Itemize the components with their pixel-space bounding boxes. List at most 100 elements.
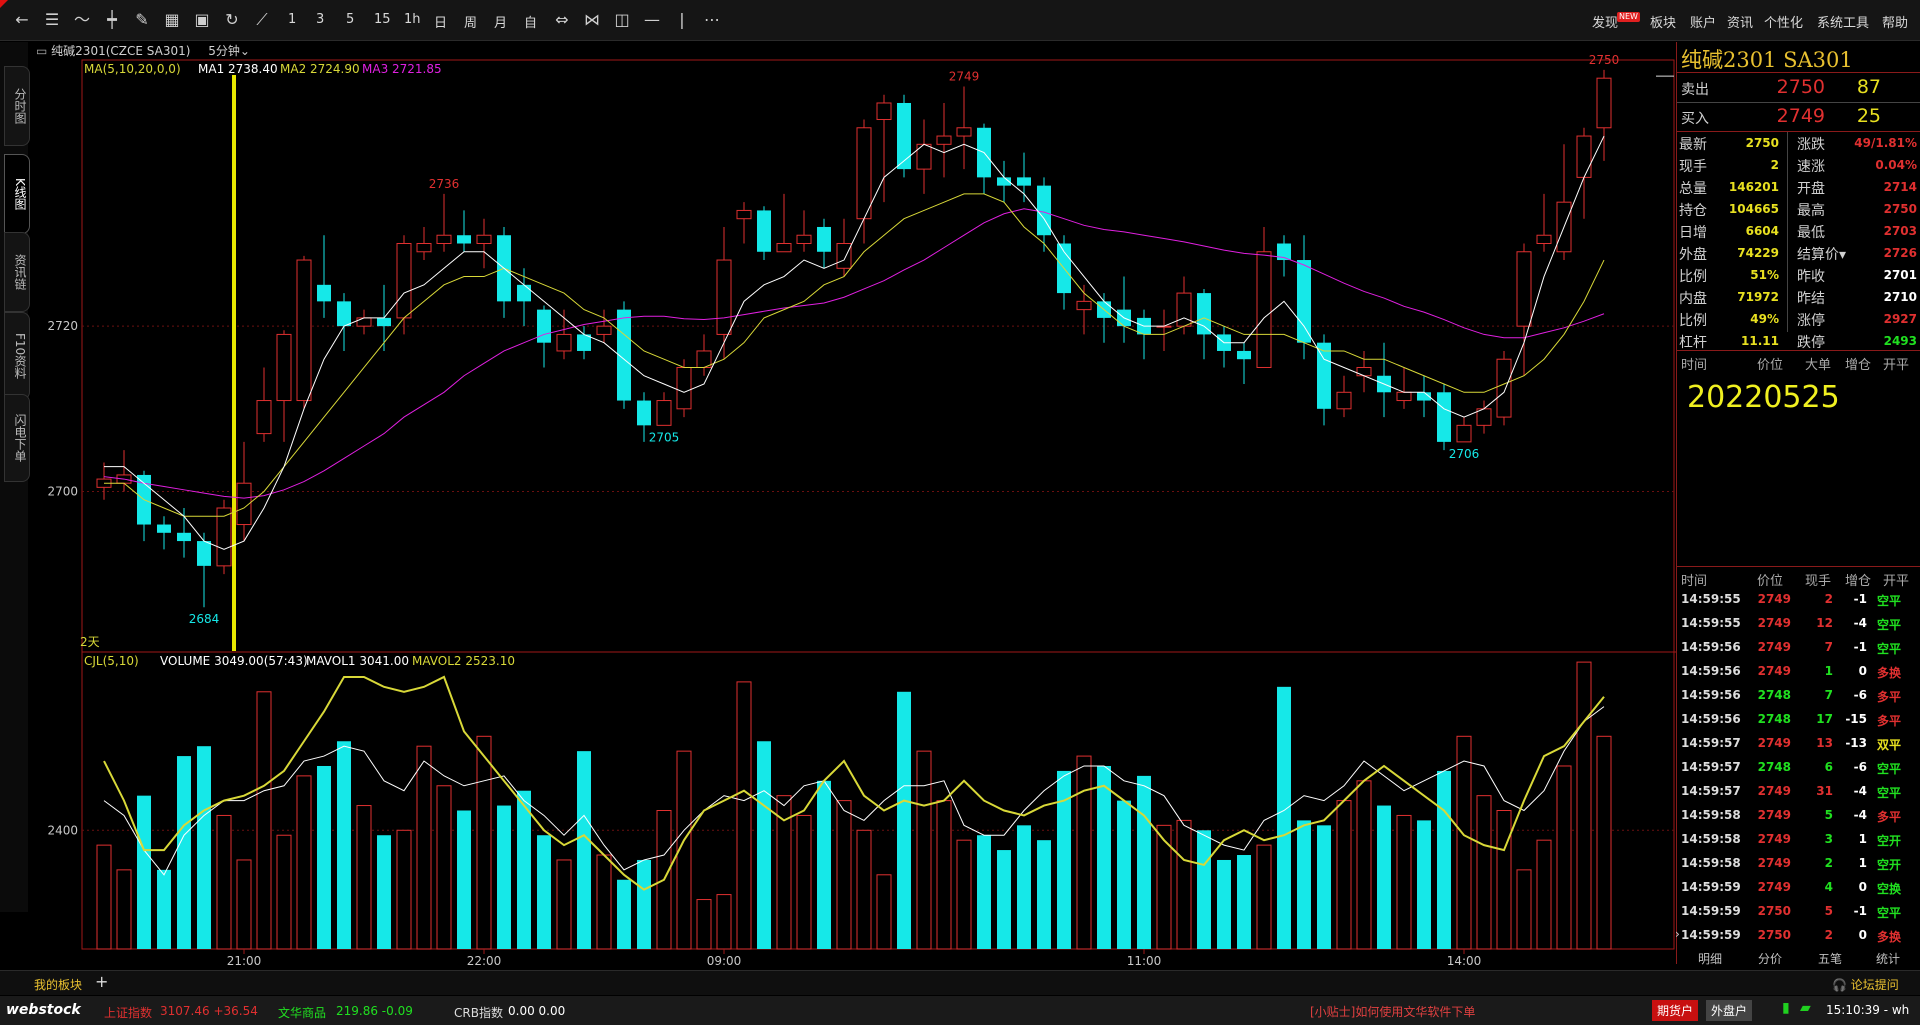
volume-bar bbox=[1097, 765, 1111, 949]
tab-statistics[interactable]: 统计 bbox=[1876, 950, 1900, 967]
column-header: 时间 bbox=[1681, 358, 1708, 373]
candle-body bbox=[596, 325, 612, 335]
futures-account-button[interactable]: 期货户 bbox=[1652, 1000, 1699, 1021]
stats-label: 内盘 bbox=[1679, 291, 1707, 307]
stats-label: 涨停 bbox=[1797, 313, 1825, 329]
index-crb-name[interactable]: CRB指数 bbox=[454, 1004, 503, 1021]
volume-bar bbox=[817, 780, 831, 949]
foreign-account-button[interactable]: 外盘户 bbox=[1706, 1000, 1753, 1021]
divider bbox=[1677, 131, 1920, 132]
add-board-icon[interactable]: + bbox=[95, 972, 108, 991]
volume-bar bbox=[1176, 819, 1192, 950]
volume-bar bbox=[476, 735, 492, 950]
divider bbox=[1677, 72, 1920, 73]
ask-volume: 87 bbox=[1856, 76, 1881, 98]
tick-oi-change: -15 bbox=[1845, 712, 1867, 726]
volume-bar bbox=[497, 805, 511, 949]
volume-bar bbox=[997, 850, 1011, 949]
stats-label: 杠杆 bbox=[1679, 335, 1707, 351]
volume-bar bbox=[796, 814, 812, 950]
tab-detail[interactable]: 明细 bbox=[1698, 950, 1722, 967]
stats-label: 跌停 bbox=[1797, 335, 1825, 351]
tick-price: 2749 bbox=[1757, 808, 1791, 822]
candle-body bbox=[157, 524, 171, 533]
menu-help[interactable]: 帮助 bbox=[1882, 12, 1908, 31]
tick-row: 14:59:56 2749 7 -1 空平 bbox=[1677, 640, 1920, 660]
bid-volume: 25 bbox=[1856, 105, 1881, 127]
tick-type: 多平 bbox=[1877, 714, 1902, 728]
candle-body bbox=[337, 301, 351, 327]
tick-time: 14:59:57 bbox=[1681, 784, 1741, 798]
ma3-value: MA3 2721.85 bbox=[362, 62, 442, 76]
candle-body bbox=[716, 259, 732, 335]
tick-oi-change: 0 bbox=[1858, 880, 1867, 894]
volume-bar bbox=[696, 899, 712, 950]
tick-type: 多平 bbox=[1877, 810, 1902, 824]
detail-tabs: 明细 分价 五笔 统计 bbox=[1676, 950, 1920, 968]
tick-oi-change: -4 bbox=[1853, 784, 1867, 798]
volume-bar bbox=[1377, 805, 1391, 949]
ma3-line bbox=[103, 208, 1605, 499]
tick-price: 2749 bbox=[1757, 664, 1791, 678]
candle-body bbox=[517, 284, 531, 302]
tick-row: 14:59:58 2749 3 1 空开 bbox=[1677, 832, 1920, 852]
headset-icon: 🎧 bbox=[1832, 978, 1847, 992]
tick-type: 多换 bbox=[1877, 666, 1902, 680]
volume-bar bbox=[617, 879, 631, 949]
tick-price: 2750 bbox=[1757, 928, 1791, 942]
ask-label: 卖出 bbox=[1681, 82, 1709, 98]
high-price-label: 2736 bbox=[429, 177, 460, 191]
volume-params-label[interactable]: CJL(5,10) bbox=[84, 654, 139, 668]
tick-oi-change: 0 bbox=[1858, 664, 1867, 678]
stats-value: 2750 bbox=[1745, 136, 1779, 150]
volume-bar bbox=[457, 810, 471, 949]
menu-account[interactable]: 账户 bbox=[1690, 12, 1716, 31]
tick-oi-change: -1 bbox=[1853, 904, 1867, 918]
tick-price: 2749 bbox=[1757, 880, 1791, 894]
volume-bar bbox=[977, 835, 991, 949]
scroll-marker-icon[interactable]: › bbox=[1675, 927, 1680, 941]
forum-link[interactable]: 🎧 论坛提问 bbox=[1832, 976, 1899, 993]
tick-row: 14:59:59 2750 5 -1 空平 bbox=[1677, 904, 1920, 924]
volume-bar bbox=[556, 859, 572, 950]
tip-link[interactable]: [小贴士]如何使用文华软件下单 bbox=[1310, 1003, 1475, 1020]
tick-price: 2749 bbox=[1757, 736, 1791, 750]
candle-body bbox=[1336, 391, 1352, 410]
volume-bar bbox=[1596, 735, 1612, 950]
tick-volume: 4 bbox=[1824, 880, 1833, 894]
volume-bar bbox=[1476, 795, 1492, 950]
time-tick-label: 11:00 bbox=[1127, 954, 1162, 968]
volume-bar bbox=[1456, 735, 1472, 950]
tab-five-trades[interactable]: 五笔 bbox=[1818, 950, 1842, 967]
tick-oi-change: 0 bbox=[1858, 928, 1867, 942]
index-wh-name[interactable]: 文华商品 bbox=[278, 1004, 326, 1021]
tick-oi-change: -1 bbox=[1853, 640, 1867, 654]
tick-type: 双平 bbox=[1877, 738, 1902, 752]
volume-bar bbox=[577, 751, 591, 949]
volume-bar bbox=[897, 691, 911, 949]
stats-label: 外盘 bbox=[1679, 247, 1707, 263]
tick-type: 空平 bbox=[1877, 786, 1902, 800]
tick-time: 14:59:55 bbox=[1681, 616, 1741, 630]
volume-bar bbox=[276, 834, 292, 950]
candle-body bbox=[436, 234, 452, 244]
candle-body bbox=[296, 259, 312, 402]
menu-news[interactable]: 资讯 bbox=[1727, 12, 1753, 31]
ma1-value: MA1 2738.40 bbox=[198, 62, 278, 76]
tab-price-dist[interactable]: 分价 bbox=[1758, 950, 1782, 967]
stats-value: 104665 bbox=[1728, 202, 1779, 216]
tick-time: 14:59:56 bbox=[1681, 664, 1741, 678]
kline-chart[interactable]: 2684 2736 2705 2749 2706 2750 2700 2720 2400 21:… bbox=[0, 0, 1676, 970]
volume-bar bbox=[856, 829, 872, 950]
ma-params-label[interactable]: MA(5,10,20,0,0) bbox=[84, 62, 181, 76]
menu-system-tools[interactable]: 系统工具 bbox=[1817, 12, 1869, 31]
tick-price: 2749 bbox=[1757, 856, 1791, 870]
candle-body bbox=[637, 400, 651, 426]
my-board-tab[interactable]: 我的板块 bbox=[34, 976, 82, 993]
tick-type: 空开 bbox=[1877, 858, 1902, 872]
menu-personalize[interactable]: 个性化 bbox=[1764, 12, 1803, 31]
candle-body bbox=[276, 333, 292, 402]
stats-row: 内盘 71972 昨结 2710 bbox=[1677, 288, 1920, 308]
index-sh-name[interactable]: 上证指数 bbox=[104, 1004, 152, 1021]
volume-bar bbox=[1516, 869, 1532, 950]
